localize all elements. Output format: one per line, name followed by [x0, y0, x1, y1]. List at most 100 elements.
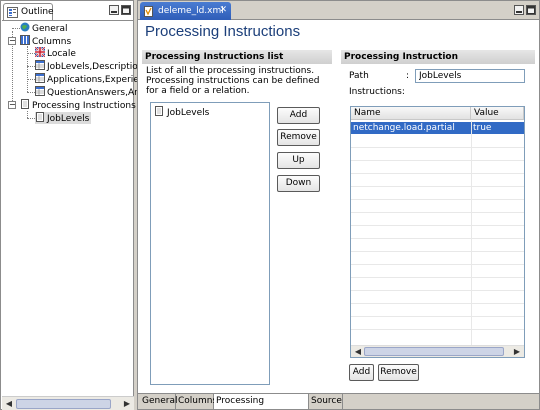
grid-line	[351, 238, 524, 239]
move-up-button[interactable]: Up	[277, 152, 320, 169]
grid-line	[351, 212, 524, 213]
editor-page-tabs: General Columns Processing Instructions …	[138, 393, 539, 409]
instructions-table[interactable]: Name Value netchange.load.partial true ◀…	[350, 106, 525, 358]
grid-line	[351, 160, 524, 161]
minimize-icon	[111, 11, 117, 13]
remove-instruction-button[interactable]: Remove	[277, 129, 320, 146]
editor-area: deleme_ld.xml ✕ Processing Instructions …	[137, 0, 540, 410]
grid-line	[351, 251, 524, 252]
tree-item-locale[interactable]: Locale	[35, 47, 76, 59]
tree-item-joblevels[interactable]: JobLevels	[35, 112, 92, 124]
scroll-right-icon[interactable]: ▶	[511, 346, 523, 357]
globe-icon	[20, 22, 30, 32]
instructions-list-description: List of all the processing instructions.…	[146, 66, 320, 96]
grid-line	[351, 316, 524, 317]
path-label: Path	[349, 71, 369, 81]
table-cell-value[interactable]: true	[471, 122, 524, 134]
table-horizontal-scrollbar[interactable]: ◀ ▶	[351, 345, 524, 357]
close-tab-icon[interactable]: ✕	[219, 5, 227, 15]
grid-line	[351, 303, 524, 304]
path-colon: :	[406, 71, 410, 81]
outline-tab[interactable]: Outline	[3, 3, 54, 20]
table-cell-name[interactable]: netchange.load.partial	[351, 122, 471, 134]
move-down-button[interactable]: Down	[277, 175, 320, 192]
table-icon	[35, 60, 45, 70]
minimize-editor-button[interactable]	[514, 5, 524, 15]
tree-item-label: JobLevels	[47, 114, 90, 124]
scroll-thumb[interactable]	[16, 399, 111, 409]
tab-processing-instructions[interactable]: Processing Instructions	[214, 394, 309, 409]
tree-item-joblevels-description[interactable]: JobLevels,Description	[35, 60, 143, 72]
tree-line	[12, 28, 20, 29]
table-icon	[35, 86, 45, 96]
tree-item-questionanswers[interactable]: QuestionAnswers,Ans	[35, 86, 145, 98]
grid-line	[351, 329, 524, 330]
instructions-list-header: Processing Instructions list	[142, 50, 332, 64]
tree-line	[27, 66, 35, 67]
grid-line	[351, 225, 524, 226]
outline-tab-label: Outline	[21, 7, 54, 17]
tree-item-processing-instructions[interactable]: Processing Instructions	[20, 99, 136, 111]
instruction-detail-header: Processing Instruction	[341, 50, 535, 64]
minimize-icon	[516, 11, 522, 13]
tree-item-label: Locale	[47, 49, 76, 59]
flag-icon	[35, 47, 45, 57]
scroll-right-icon[interactable]: ▶	[121, 398, 133, 410]
tree-item-applications[interactable]: Applications,Experien	[35, 73, 145, 85]
columns-icon	[20, 35, 30, 45]
grid-line	[351, 173, 524, 174]
list-item-label: JobLevels	[167, 108, 210, 118]
column-header-name[interactable]: Name	[351, 107, 471, 120]
tab-columns[interactable]: Columns	[176, 394, 217, 409]
maximize-editor-button[interactable]	[526, 5, 536, 15]
scroll-left-icon[interactable]: ◀	[352, 346, 364, 357]
add-row-button[interactable]: Add	[349, 364, 374, 381]
scroll-thumb[interactable]	[364, 347, 504, 356]
page-title: Processing Instructions	[145, 23, 301, 40]
list-item[interactable]: JobLevels	[154, 106, 209, 118]
path-input[interactable]	[415, 69, 525, 83]
tree-line	[27, 53, 35, 54]
grid-line	[351, 264, 524, 265]
grid-line	[351, 186, 524, 187]
scroll-left-icon[interactable]: ◀	[3, 398, 15, 410]
tab-source[interactable]: Source	[309, 394, 343, 409]
remove-row-button[interactable]: Remove	[378, 364, 419, 381]
grid-line	[351, 277, 524, 278]
tree-item-label: Applications,Experien	[47, 75, 145, 85]
document-icon	[155, 106, 163, 116]
table-icon	[35, 73, 45, 83]
grid-line	[351, 147, 524, 148]
outline-horizontal-scrollbar[interactable]: ◀ ▶	[2, 396, 134, 410]
tree-item-label: QuestionAnswers,Ans	[47, 88, 145, 98]
tree-line	[27, 111, 28, 118]
outline-separator	[2, 20, 134, 21]
add-instruction-button[interactable]: Add	[277, 107, 320, 124]
grid-line	[351, 290, 524, 291]
document-icon	[36, 112, 44, 122]
maximize-icon	[527, 6, 535, 14]
editor-tab-label: deleme_ld.xml	[158, 6, 224, 16]
maximize-view-button[interactable]	[121, 5, 131, 15]
tree-item-columns[interactable]: Columns	[20, 35, 71, 47]
maximize-icon	[122, 6, 130, 14]
tree-item-label: Processing Instructions	[32, 101, 136, 111]
tree-item-label: General	[32, 24, 68, 34]
document-icon	[21, 99, 29, 109]
tree-item-label: Columns	[32, 37, 72, 47]
editor-tab-deleme-ld[interactable]: deleme_ld.xml ✕	[140, 2, 231, 20]
instructions-label: Instructions:	[349, 87, 405, 97]
processing-instructions-expander[interactable]: −	[8, 101, 16, 109]
minimize-view-button[interactable]	[109, 5, 119, 15]
grid-line	[471, 121, 472, 345]
tree-line	[27, 79, 35, 80]
tab-general[interactable]: General	[140, 394, 177, 409]
tree-item-general[interactable]: General	[20, 22, 67, 34]
column-header-value[interactable]: Value	[471, 107, 524, 120]
outline-view: Outline − − General Columns Locale JobLe…	[0, 0, 145, 410]
table-row[interactable]: netchange.load.partial true	[351, 122, 524, 134]
outline-icon	[7, 7, 18, 18]
tree-line	[27, 92, 35, 93]
columns-expander[interactable]: −	[8, 37, 16, 45]
instructions-list[interactable]: JobLevels	[150, 102, 270, 385]
